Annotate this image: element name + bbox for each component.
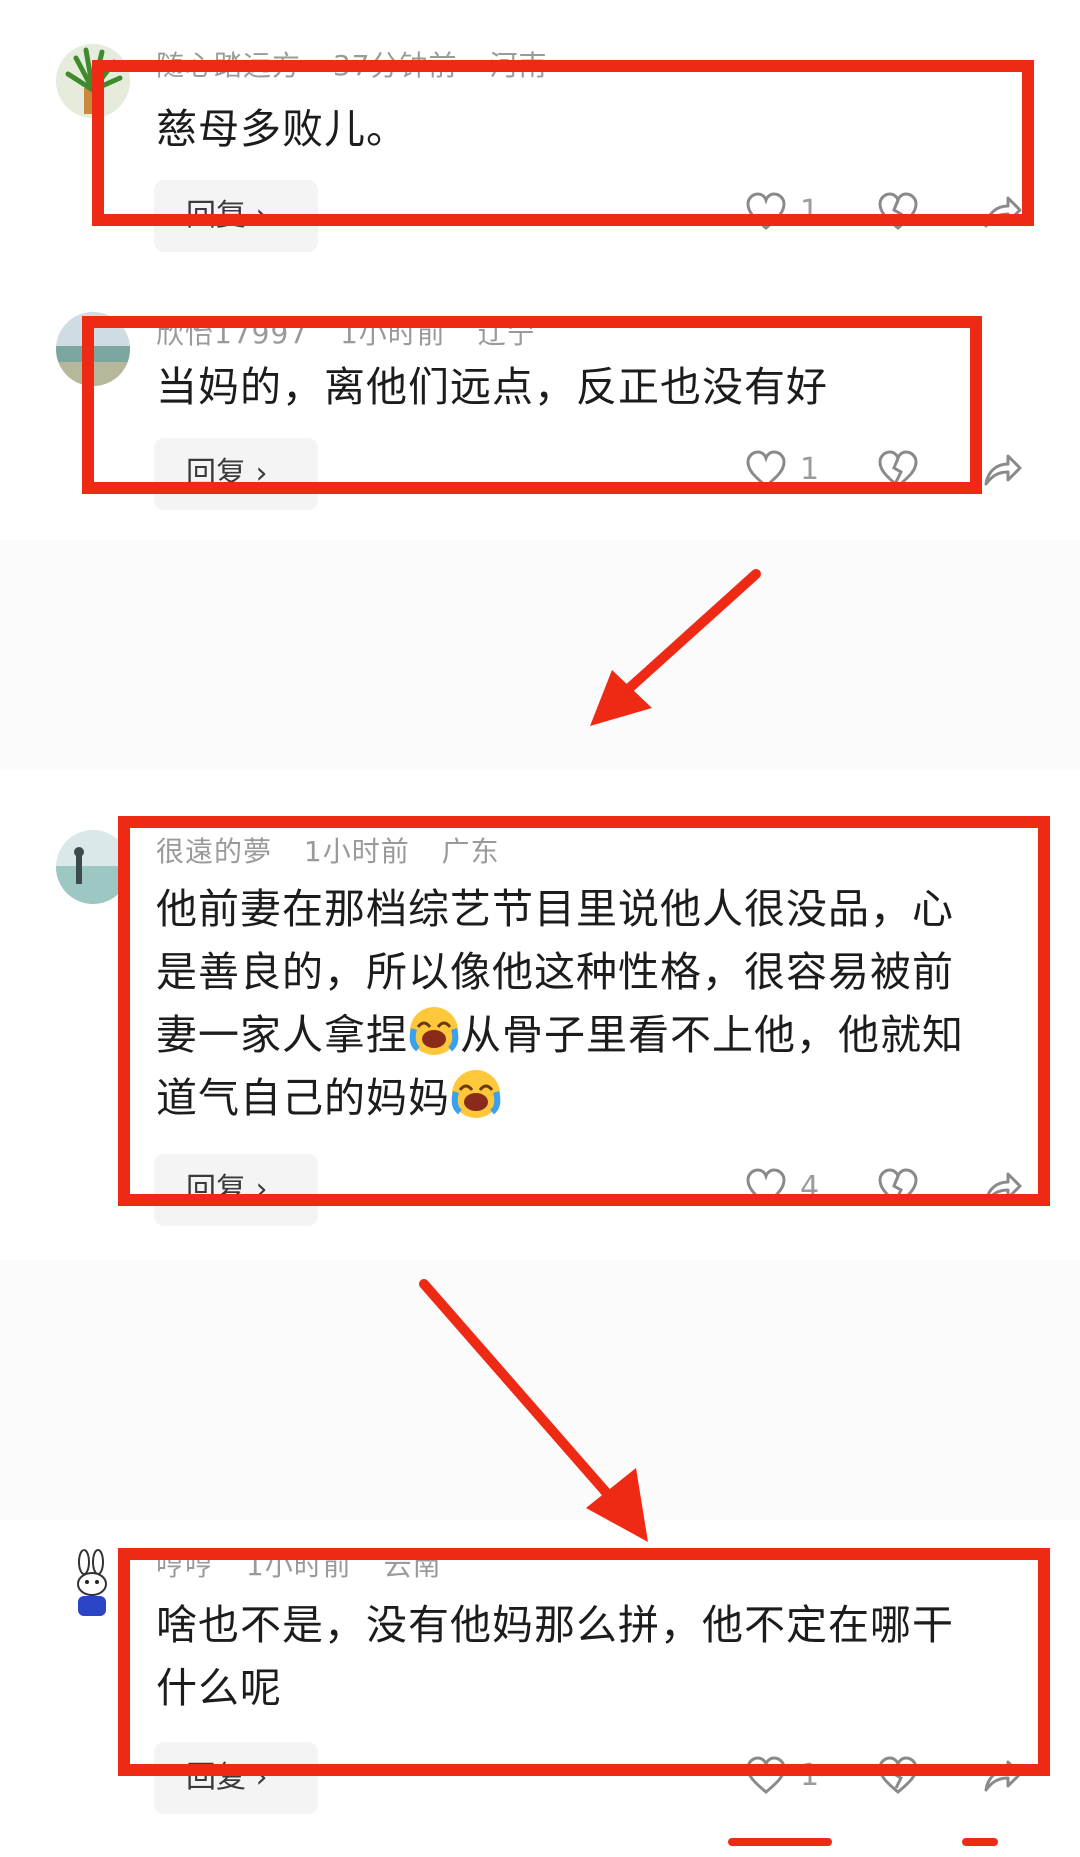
highlight-box: [118, 1548, 1050, 1776]
arrow-pointer: [590, 569, 761, 726]
arrow-pointer: [419, 1279, 648, 1542]
blurred-region: [0, 540, 1080, 770]
red-underline-mark: [728, 1838, 832, 1846]
highlight-box: [92, 60, 1034, 226]
highlight-box: [118, 816, 1050, 1206]
share-icon[interactable]: [980, 448, 1024, 492]
highlight-box: [82, 316, 982, 494]
red-underline-mark: [962, 1838, 998, 1846]
